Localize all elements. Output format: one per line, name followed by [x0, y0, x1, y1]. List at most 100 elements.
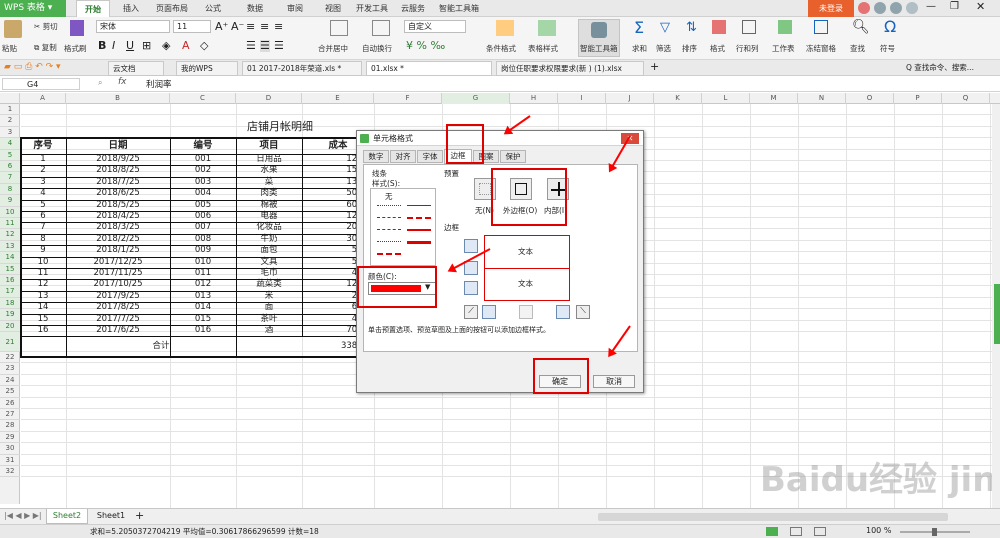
freeze-button[interactable]: 冻结窗格: [806, 43, 836, 54]
command-search[interactable]: Q 查找命令、搜索...: [906, 62, 974, 73]
table-cell[interactable]: 2018/1/25: [66, 245, 170, 256]
italic-icon[interactable]: I: [112, 40, 115, 52]
format-painter-button[interactable]: 格式刷: [64, 43, 87, 54]
fx-icon[interactable]: fx: [118, 77, 127, 87]
table-cell[interactable]: 5: [20, 200, 66, 211]
share-icon[interactable]: [874, 2, 886, 14]
zoom-slider[interactable]: [900, 528, 970, 536]
table-cell[interactable]: 006: [170, 211, 236, 222]
paste-icon[interactable]: [4, 20, 22, 38]
new-tab-button[interactable]: +: [650, 60, 659, 73]
column-header-m[interactable]: M: [750, 93, 798, 104]
open-icon[interactable]: ▰ ▭ ⎙ ↶ ↷ ▾: [4, 62, 61, 72]
line-style-option[interactable]: [377, 253, 401, 255]
row-header-17[interactable]: 17: [0, 286, 20, 298]
border-left-button[interactable]: [482, 305, 496, 319]
filter-button[interactable]: 筛选: [656, 43, 671, 54]
dialog-tab-align[interactable]: 对齐: [390, 150, 416, 163]
table-header-cell[interactable]: 项目: [236, 137, 302, 154]
column-header-h[interactable]: H: [510, 93, 558, 104]
table-cell[interactable]: 水果: [236, 165, 302, 176]
column-header-g[interactable]: G: [442, 93, 510, 104]
zoom-slider-thumb[interactable]: [932, 528, 937, 536]
row-header-30[interactable]: 30: [0, 443, 20, 455]
row-header-7[interactable]: 7: [0, 172, 20, 184]
normal-view-icon[interactable]: [766, 527, 778, 536]
align-middle-icon[interactable]: ≡: [260, 21, 269, 33]
table-cell[interactable]: 2017/10/25: [66, 279, 170, 290]
border-center-button[interactable]: [519, 305, 533, 319]
dialog-tab-protect[interactable]: 保护: [500, 150, 526, 163]
row-header-24[interactable]: 24: [0, 375, 20, 387]
table-cell[interactable]: 8: [20, 234, 66, 245]
table-cell[interactable]: 15: [20, 314, 66, 325]
number-format-select[interactable]: 自定义: [404, 20, 466, 33]
table-cell[interactable]: 2018/9/25: [66, 154, 170, 165]
line-style-option[interactable]: [377, 229, 401, 230]
table-cell[interactable]: 4: [20, 188, 66, 199]
table-cell[interactable]: 茶叶: [236, 314, 302, 325]
table-cell[interactable]: 2017/7/25: [66, 314, 170, 325]
border-preview[interactable]: 文本 文本: [484, 235, 570, 301]
column-header-p[interactable]: P: [894, 93, 942, 104]
table-cell[interactable]: 11: [20, 268, 66, 279]
border-top-button[interactable]: [464, 239, 478, 253]
table-cell[interactable]: 2017/11/25: [66, 268, 170, 279]
horizontal-scrollbar[interactable]: [598, 513, 948, 521]
maximize-button[interactable]: ❐: [950, 1, 959, 12]
table-cell[interactable]: 米: [236, 291, 302, 302]
total-label-cell[interactable]: 合计: [20, 336, 302, 356]
table-cell[interactable]: 毛巾: [236, 268, 302, 279]
row-header-32[interactable]: 32: [0, 466, 20, 478]
table-cell[interactable]: 棉被: [236, 200, 302, 211]
table-cell[interactable]: 菜: [236, 177, 302, 188]
row-header-14[interactable]: 14: [0, 252, 20, 264]
table-style-icon[interactable]: [538, 20, 556, 36]
table-cell[interactable]: 2017/12/25: [66, 257, 170, 268]
tab-cloud-docs[interactable]: 云文档: [108, 61, 164, 76]
border-icon[interactable]: ⊞: [142, 40, 151, 52]
table-cell[interactable]: 6: [20, 211, 66, 222]
table-cell[interactable]: 3: [20, 177, 66, 188]
column-header-e[interactable]: E: [302, 93, 374, 104]
symbol-button[interactable]: 符号: [880, 43, 895, 54]
column-header-a[interactable]: A: [20, 93, 66, 104]
bold-icon[interactable]: B: [98, 40, 106, 52]
row-header-6[interactable]: 6: [0, 161, 20, 173]
table-cell[interactable]: 面包: [236, 245, 302, 256]
table-cell[interactable]: 015: [170, 314, 236, 325]
find-button[interactable]: 查找: [850, 43, 865, 54]
column-header-c[interactable]: C: [170, 93, 236, 104]
border-bottom-button[interactable]: [464, 281, 478, 295]
add-sheet-button[interactable]: +: [135, 509, 144, 522]
row-header-2[interactable]: 2: [0, 115, 20, 127]
tab-page-layout[interactable]: 页面布局: [152, 0, 192, 17]
table-cell[interactable]: 2018/6/25: [66, 188, 170, 199]
table-cell[interactable]: 014: [170, 302, 236, 313]
tab-my-wps[interactable]: 我的WPS: [176, 61, 238, 76]
column-header-o[interactable]: O: [846, 93, 894, 104]
row-header-8[interactable]: 8: [0, 183, 20, 196]
page-break-icon[interactable]: [814, 527, 826, 536]
data-table[interactable]: 序号日期编号项目成本12018/9/25001日用品120022018/8/25…: [20, 137, 376, 369]
table-cell[interactable]: 010: [170, 257, 236, 268]
tab-view[interactable]: 视图: [318, 0, 348, 17]
row-header-1[interactable]: 1: [0, 104, 20, 116]
line-style-samples[interactable]: [371, 189, 435, 265]
merge-icon[interactable]: [330, 20, 348, 36]
cancel-button[interactable]: 取消: [593, 375, 635, 388]
symbol-icon[interactable]: Ω: [884, 17, 896, 36]
select-all-corner[interactable]: [0, 93, 20, 104]
tab-insert[interactable]: 插入: [116, 0, 146, 17]
row-header-27[interactable]: 27: [0, 409, 20, 421]
smart-toolbox-button[interactable]: 智能工具箱: [578, 19, 620, 57]
table-cell[interactable]: 007: [170, 222, 236, 233]
table-cell[interactable]: 009: [170, 245, 236, 256]
table-cell[interactable]: 1: [20, 154, 66, 165]
find-icon[interactable]: 🔍︎: [852, 19, 870, 35]
align-left-icon[interactable]: ☰: [246, 40, 256, 52]
font-color-icon[interactable]: A: [182, 40, 190, 52]
table-cell[interactable]: 011: [170, 268, 236, 279]
filter-icon[interactable]: ▽: [660, 20, 670, 35]
fill-color-icon[interactable]: ◈: [162, 40, 170, 52]
